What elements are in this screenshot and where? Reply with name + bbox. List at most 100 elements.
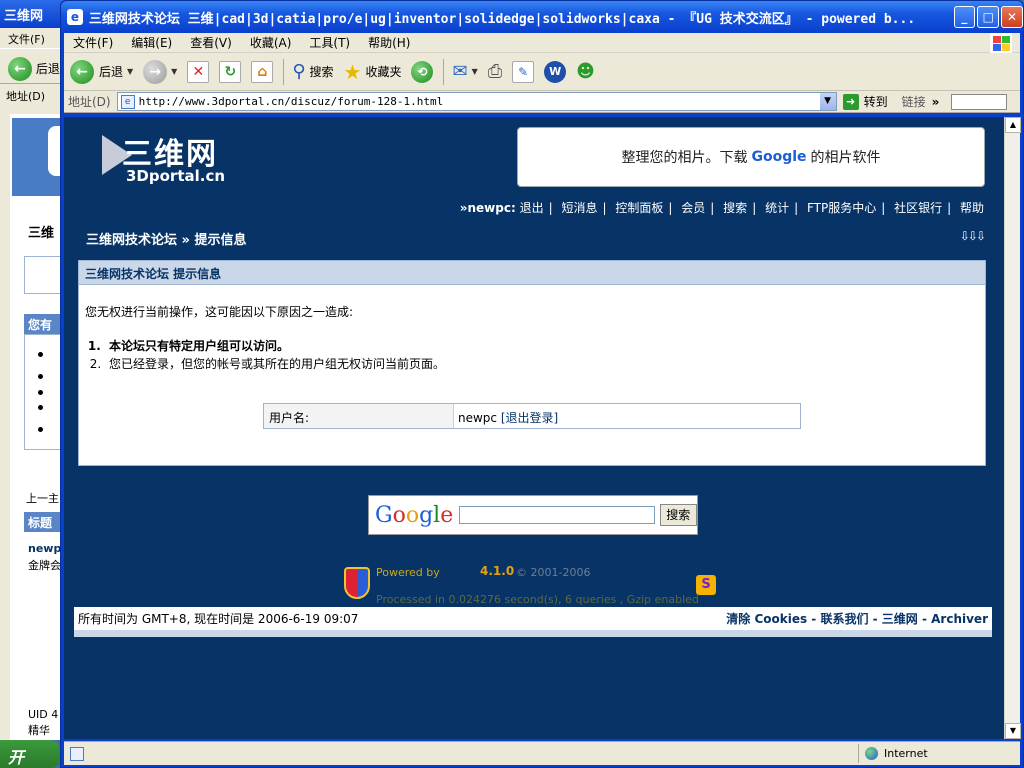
- bullet-icon: [38, 374, 43, 379]
- forward-button[interactable]: → ▼: [143, 59, 177, 84]
- background-uid: UID 4: [28, 708, 59, 721]
- footer-time: 所有时间为 GMT+8, 现在时间是 2006-6-19 09:07: [78, 612, 359, 626]
- ad-prefix: 整理您的相片。下载: [621, 150, 748, 166]
- toolbar-separator: [283, 58, 285, 85]
- stop-button[interactable]: ✕: [187, 60, 210, 83]
- globe-icon: [865, 747, 878, 760]
- top-navigation: »newpc: 退出 | 短消息 | 控制面板 | 会员 | 搜索 | 统计 | FTP服务…: [459, 201, 984, 215]
- close-button[interactable]: ✕: [1001, 6, 1023, 28]
- go-arrow-icon: ➜: [842, 93, 859, 110]
- vertical-scrollbar[interactable]: ▲ ▼: [1004, 117, 1021, 739]
- google-search-button[interactable]: 搜索: [659, 504, 697, 526]
- breadcrumb[interactable]: 三维网技术论坛 » 提示信息: [86, 229, 246, 248]
- links-more-icon[interactable]: »: [932, 95, 940, 109]
- powered-by-label: Powered by: [376, 566, 440, 579]
- refresh-button[interactable]: ↻: [219, 60, 242, 83]
- links-label[interactable]: 链接: [902, 93, 926, 110]
- username-value: newpc: [458, 411, 498, 425]
- favorites-button[interactable]: ★ 收藏夹: [344, 60, 402, 84]
- back-button[interactable]: ← 后退 ▼: [70, 59, 133, 84]
- windows-logo-icon: [990, 33, 1012, 53]
- menu-tools[interactable]: 工具(T): [300, 34, 359, 51]
- window-titlebar[interactable]: e 三维网技术论坛 三维|cad|3d|catia|pro/e|ug|inven…: [61, 1, 1023, 33]
- version-label[interactable]: 4.1.0: [480, 564, 514, 578]
- search-icon: ⚲: [292, 61, 306, 82]
- logout-link[interactable]: [退出登录]: [501, 411, 558, 425]
- maximize-button[interactable]: □: [977, 6, 1000, 28]
- badge-icon[interactable]: S: [696, 575, 716, 595]
- chevron-down-icon[interactable]: ▼: [127, 67, 133, 76]
- nav-stats[interactable]: 统计: [765, 201, 789, 215]
- stop-icon: ✕: [187, 60, 210, 83]
- chevron-down-icon[interactable]: ▼: [472, 67, 478, 76]
- site-logo[interactable]: 三维网 3Dportal.cn: [102, 129, 232, 185]
- logo-text-en: 3Dportal.cn: [126, 167, 226, 185]
- browser-window: e 三维网技术论坛 三维|cad|3d|catia|pro/e|ug|inven…: [60, 0, 1024, 768]
- menu-edit[interactable]: 编辑(E): [122, 34, 181, 51]
- discuss-button[interactable]: W: [544, 60, 567, 83]
- nav-help[interactable]: 帮助: [960, 201, 984, 215]
- nav-bank[interactable]: 社区银行: [894, 201, 942, 215]
- go-label: 转到: [863, 95, 888, 109]
- permission-message: 您无权进行当前操作，这可能因以下原因之一造成:: [85, 305, 354, 319]
- scroll-up-icon[interactable]: ▲: [1005, 117, 1021, 133]
- background-rank: 金牌会: [28, 559, 61, 572]
- nav-control-panel[interactable]: 控制面板: [615, 201, 663, 215]
- search-button[interactable]: ⚲ 搜索: [292, 61, 333, 82]
- background-window-toolbar: ← 后退: [0, 48, 69, 84]
- go-button[interactable]: ➜ 转到: [842, 93, 888, 110]
- search-label: 搜索: [309, 65, 334, 79]
- google-ad-banner[interactable]: 整理您的相片。下载 Google 的相片软件: [517, 127, 985, 187]
- discuss-icon: W: [544, 60, 567, 83]
- background-prev-thread[interactable]: 上一主: [26, 490, 59, 506]
- history-button[interactable]: ⟲: [411, 60, 434, 83]
- links-toolbar-image[interactable]: [951, 93, 1008, 110]
- minimize-button[interactable]: _: [953, 6, 976, 28]
- user-info-table: 用户名: newpc [退出登录]: [263, 403, 801, 429]
- background-heading: 三维: [28, 226, 55, 241]
- nav-messages[interactable]: 短消息: [562, 201, 598, 215]
- messenger-button[interactable]: ☻: [576, 61, 595, 82]
- footer-links[interactable]: 清除 Cookies - 联系我们 - 三维网 - Archiver: [726, 610, 988, 627]
- toolbar-separator: [443, 58, 445, 85]
- page-icon: e: [120, 94, 135, 109]
- background-address-label: 地址(D): [6, 90, 46, 103]
- chevron-down-icon[interactable]: ▼: [819, 93, 836, 110]
- nav-username[interactable]: »newpc:: [460, 201, 516, 215]
- nav-search[interactable]: 搜索: [723, 201, 747, 215]
- background-window-menu[interactable]: 文件(F): [0, 28, 69, 48]
- notice-panel: 三维网技术论坛 提示信息 您无权进行当前操作，这可能因以下原因之一造成: 本论坛…: [78, 260, 986, 466]
- start-button[interactable]: 开: [0, 740, 60, 768]
- home-button[interactable]: ⌂: [251, 60, 274, 83]
- scroll-down-icon[interactable]: ▼: [1005, 723, 1021, 739]
- back-arrow-icon[interactable]: ←: [8, 57, 32, 81]
- background-back-label[interactable]: 后退: [36, 62, 60, 76]
- status-bar: Internet: [64, 741, 1020, 765]
- ie-icon: e: [67, 9, 83, 25]
- background-user[interactable]: newp: [28, 542, 61, 555]
- username-cell: newpc [退出登录]: [454, 404, 558, 428]
- nav-logout[interactable]: 退出: [520, 201, 544, 215]
- panel-title[interactable]: 三维网技术论坛 提示信息: [79, 261, 985, 285]
- google-logo[interactable]: Google: [375, 503, 453, 528]
- menu-file[interactable]: 文件(F): [64, 34, 122, 51]
- mail-button[interactable]: ✉ ▼: [452, 61, 477, 82]
- background-window-title[interactable]: 三维网: [0, 0, 69, 28]
- menu-help[interactable]: 帮助(H): [359, 34, 419, 51]
- nav-ftp[interactable]: FTP服务中心: [807, 201, 876, 215]
- chevron-down-icon[interactable]: ▼: [171, 67, 177, 76]
- google-search-input[interactable]: [459, 506, 655, 524]
- expand-icon[interactable]: ⇩⇩⇩: [960, 229, 986, 243]
- address-url[interactable]: http://www.3dportal.cn/discuz/forum-128-…: [139, 95, 444, 108]
- address-bar: 地址(D) e http://www.3dportal.cn/discuz/fo…: [64, 91, 1020, 113]
- nav-members[interactable]: 会员: [681, 201, 705, 215]
- edit-button[interactable]: ✎: [512, 60, 535, 83]
- print-button[interactable]: ⎙: [488, 61, 502, 82]
- address-input[interactable]: e http://www.3dportal.cn/discuz/forum-12…: [116, 92, 837, 111]
- processed-info: Processed in 0.024276 second(s), 6 queri…: [376, 593, 699, 606]
- messenger-icon: ☻: [576, 61, 595, 82]
- google-search-box: Google 搜索: [368, 495, 698, 535]
- zone-label: Internet: [884, 747, 928, 760]
- menu-view[interactable]: 查看(V): [181, 34, 241, 51]
- menu-favorites[interactable]: 收藏(A): [241, 34, 301, 51]
